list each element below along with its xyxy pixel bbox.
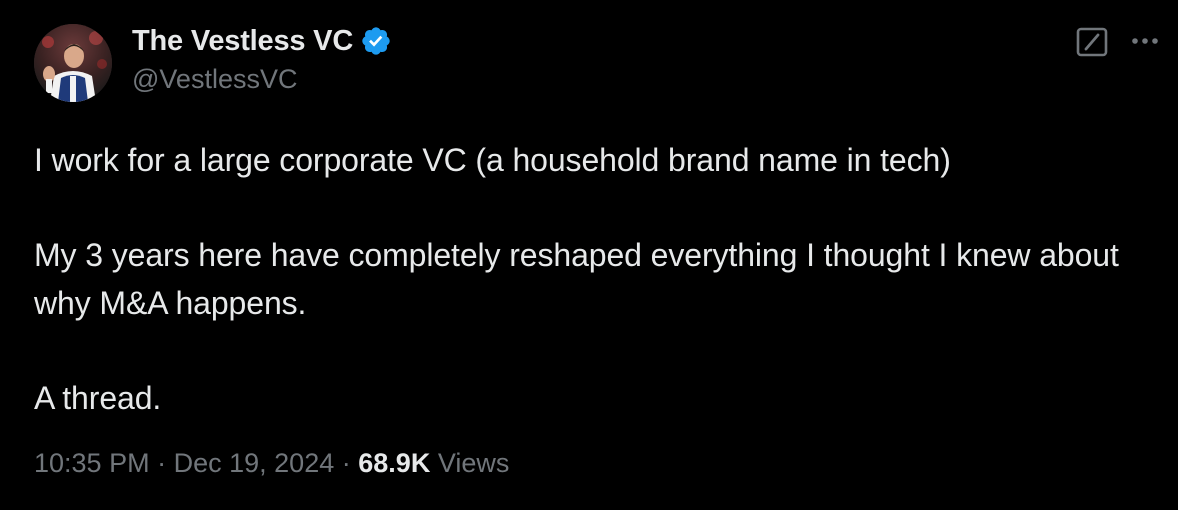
author-name-row: The Vestless VC (132, 22, 392, 60)
avatar[interactable] (34, 24, 112, 102)
meta-separator: · (341, 448, 351, 478)
tweet-paragraph: I work for a large corporate VC (a house… (34, 142, 951, 178)
tweet-date: Dec 19, 2024 (173, 448, 335, 478)
tweet-text: I work for a large corporate VC (a house… (34, 136, 1144, 422)
tweet-metadata: 10:35 PM · Dec 19, 2024 · 68.9K Views (34, 448, 509, 479)
grok-icon[interactable] (1075, 26, 1109, 58)
tweet-paragraph: My 3 years here have completely reshaped… (34, 237, 1119, 321)
meta-separator: · (157, 448, 167, 478)
more-options-icon[interactable] (1128, 28, 1162, 54)
tweet-paragraph: A thread. (34, 380, 162, 416)
views-label: Views (437, 448, 510, 478)
views-count: 68.9K (358, 448, 431, 478)
tweet-time: 10:35 PM (34, 448, 150, 478)
author-handle[interactable]: @VestlessVC (132, 64, 297, 95)
verified-badge-icon[interactable] (360, 25, 392, 57)
tweet-card: The Vestless VC @VestlessVC I work for a… (0, 0, 1178, 510)
tweet-time-link[interactable]: 10:35 PM · Dec 19, 2024 (34, 448, 334, 478)
author-display-name[interactable]: The Vestless VC (132, 25, 353, 58)
avatar-photo-icon (34, 24, 112, 102)
